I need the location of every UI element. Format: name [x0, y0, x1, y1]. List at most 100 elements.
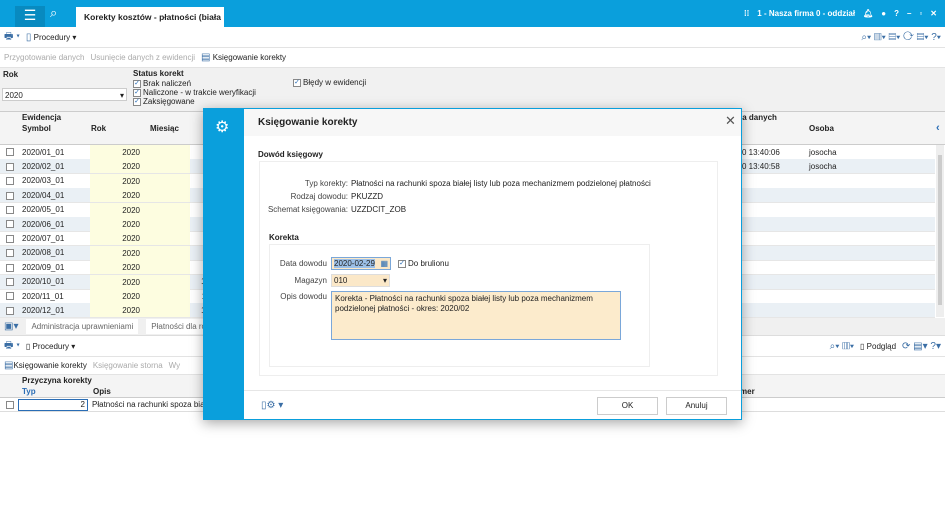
cell-rok: 2020 [90, 202, 190, 217]
cell-rok: 2020 [90, 217, 190, 231]
cell-rok: 2020 [90, 274, 190, 289]
section-korekta: Korekta [269, 233, 299, 242]
prepare-data-button[interactable]: Przygotowanie danych [4, 53, 85, 62]
close-icon[interactable]: ✕ [930, 9, 937, 18]
row-checkbox[interactable] [6, 162, 14, 171]
close-icon[interactable]: ✕ [725, 113, 736, 129]
dialog-title: Księgowanie korekty [258, 117, 358, 128]
apps-icon[interactable]: ⁞⁞ [744, 9, 749, 18]
user-icon[interactable]: ● [881, 9, 886, 18]
company-selector[interactable]: 1 - Nasza firma 0 - oddział [757, 9, 855, 18]
dialog-strip: ⚙ [204, 109, 244, 419]
cell-symbol: 2020/07_01 [22, 233, 65, 243]
settings-dropdown-icon[interactable]: ▯⚙ ▾ [261, 400, 283, 411]
row-checkbox[interactable] [6, 220, 14, 229]
brulion-checkbox[interactable]: ✓ Do brulionu [398, 259, 449, 268]
filter-icon[interactable]: ⌕▾ ▥▾ [830, 341, 854, 352]
status-naliczone[interactable]: ✓ Naliczone - w trakcie weryfikacji [133, 88, 256, 97]
row-checkbox[interactable] [6, 277, 14, 286]
row-checkbox[interactable] [6, 148, 14, 157]
col-mer[interactable]: mer [740, 387, 755, 396]
print-icon[interactable]: 🖶︎ ▾ [4, 29, 20, 46]
cell-rok: 2020 [90, 231, 190, 246]
bottom-procedures-button[interactable]: ▯ Procedury ▾ [26, 342, 75, 351]
print-icon[interactable]: 🖶︎ ▾ [4, 338, 20, 355]
data-label: Data dowodu [279, 259, 327, 268]
cell-symbol: 2020/11_01 [22, 291, 64, 301]
typ-label: Typ korekty: [304, 179, 348, 188]
document-gear-icon: ⚙ [215, 119, 230, 136]
cell-symbol: 2020/06_01 [22, 219, 65, 229]
group-ewidencja: Ewidencja [22, 113, 62, 122]
status-zaksiegowane[interactable]: ✓ Zaksięgowane [133, 97, 195, 106]
filter-icon[interactable]: ⌕▾ ▥▾ ▤▾ ⟳ ▤▾ ?▾ [861, 32, 941, 43]
cell-symbol: 2020/02_01 [22, 161, 65, 171]
cell-rok: 2020 [90, 173, 190, 188]
col-miesiac[interactable]: Miesiąc [150, 124, 179, 133]
bottom-post-button[interactable]: ▤Księgowanie korekty [4, 360, 87, 371]
col-symbol[interactable]: Symbol [22, 124, 51, 133]
row-checkbox[interactable] [6, 292, 14, 301]
help-icon[interactable]: ? [894, 9, 899, 18]
col-typ[interactable]: Typ [22, 387, 36, 396]
group-przyczyna: Przyczyna korekty [22, 376, 92, 385]
cell-rok: 2020 [90, 145, 190, 159]
status-label: Status korekt [133, 69, 184, 78]
cell-symbol: 2020/08_01 [22, 248, 65, 258]
procedures-button[interactable]: ▯ Procedury ▾ [26, 32, 76, 43]
storno-button[interactable]: Księgowanie storna [93, 361, 163, 370]
row-checkbox[interactable] [6, 306, 14, 315]
row-checkbox[interactable] [6, 177, 14, 186]
cancel-button[interactable]: Anuluj [666, 397, 727, 415]
cell-opis: Płatności na rachunki spoza biał [92, 400, 207, 409]
title-bar: ☰ ⌕ Korekty kosztów - płatności (biała ⁞… [0, 0, 945, 27]
cell-osoba: josocha [809, 161, 837, 171]
col-rok[interactable]: Rok [91, 124, 106, 133]
row-checkbox[interactable] [6, 191, 14, 200]
row-checkbox[interactable] [6, 249, 14, 258]
bell-icon[interactable]: 🔔︎ [863, 9, 873, 18]
remove-data-button[interactable]: Usunięcie danych z ewidencji [91, 53, 196, 62]
date-field[interactable]: 2020-02-29 ▦ [331, 257, 391, 270]
cell-symbol: 2020/12_01 [22, 305, 65, 315]
row-checkbox[interactable] [6, 263, 14, 272]
cell-symbol: 2020/03_01 [22, 176, 65, 186]
scrollbar[interactable] [936, 145, 944, 317]
col-opis[interactable]: Opis [93, 387, 111, 396]
status-brak[interactable]: ✓ Brak naliczeń [133, 79, 191, 88]
collapse-icon[interactable]: ‹ [936, 122, 940, 134]
cell-rok: 2020 [90, 260, 190, 275]
year-value: 2020 [5, 91, 23, 100]
minimize-icon[interactable]: – [907, 9, 911, 18]
preview-button[interactable]: ▯ Podgląd [860, 342, 896, 351]
menu-icon[interactable]: ☰ [15, 6, 45, 27]
col-osoba[interactable]: Osoba [809, 124, 834, 133]
cell-rok: 2020 [90, 188, 190, 203]
filter-panel: Rok 2020 ▾ Status korekt ✓ Brak naliczeń ✓… [0, 68, 945, 112]
magazyn-label: Magazyn [294, 276, 327, 285]
search-icon[interactable]: ⌕ [50, 5, 57, 21]
cell-symbol: 2020/01_01 [22, 147, 65, 157]
refresh-icon[interactable]: ⟳ ▤▾ ?▾ [902, 341, 941, 352]
wy-button[interactable]: Wy [169, 361, 180, 370]
ok-button[interactable]: OK [597, 397, 658, 415]
status-bledy[interactable]: ✓ Błędy w ewidencji [293, 78, 366, 87]
restore-icon[interactable]: ▫ [919, 9, 922, 18]
schemat-value: UZZDCIT_ZOB [351, 205, 407, 214]
opis-label: Opis dowodu [280, 292, 327, 301]
year-select[interactable]: 2020 ▾ [2, 88, 127, 101]
cell-typ[interactable]: 2 [18, 398, 88, 411]
post-correction-button[interactable]: ▤ Księgowanie korekty [201, 52, 286, 63]
typ-value: Płatności na rachunki spoza białej listy… [351, 179, 651, 188]
magazyn-select[interactable]: 010 ▾ [331, 274, 390, 287]
cell-time: 0 13:40:58 [742, 161, 780, 171]
tab-korekty[interactable]: Korekty kosztów - płatności (biała [76, 7, 224, 27]
tab-menu-icon[interactable]: ▣▾ [4, 321, 18, 332]
row-checkbox[interactable] [6, 205, 14, 214]
section-dowod: Dowód księgowy [258, 150, 323, 159]
cell-time: 0 13:40:06 [742, 147, 780, 157]
opis-textarea[interactable]: Korekta - Płatności na rachunki spoza bi… [331, 291, 621, 340]
tab-administracja[interactable]: Administracja uprawnieniami [26, 319, 139, 334]
row-checkbox[interactable] [6, 234, 14, 243]
rodzaj-label: Rodzaj dowodu: [290, 192, 348, 201]
